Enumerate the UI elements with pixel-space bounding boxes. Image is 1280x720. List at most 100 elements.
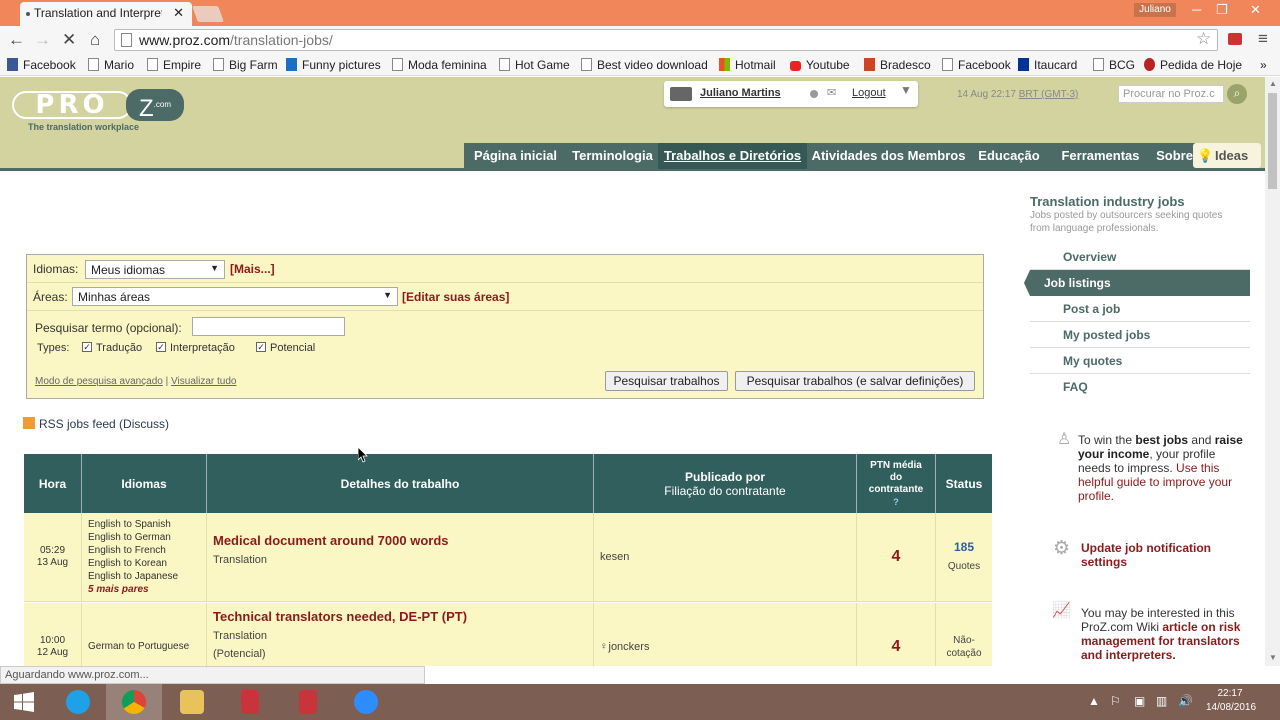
nav-terminologia[interactable]: Terminologia (567, 143, 658, 169)
new-tab-button[interactable] (192, 6, 224, 22)
taskbar-zoom[interactable] (338, 684, 394, 720)
forward-icon[interactable]: → (34, 30, 51, 50)
bookmark-item[interactable]: Moda feminina (392, 58, 487, 72)
sidebar-item-job-listings[interactable]: Job listings (1024, 270, 1250, 296)
bookmark-item[interactable]: Hotmail (719, 58, 776, 72)
mail-icon[interactable]: ✉ (827, 86, 836, 99)
tray-app-icon[interactable]: ▣ (1134, 694, 1145, 708)
timezone-link[interactable]: BRT (GMT-3) (1019, 89, 1079, 100)
taskbar-clock[interactable]: 22:17 14/08/2016 (1206, 687, 1256, 715)
col-hora[interactable]: Hora (24, 454, 82, 513)
languages-select[interactable]: Meus idiomas ▼ (85, 260, 225, 279)
col-detalhes[interactable]: Detalhes do trabalho (207, 454, 594, 513)
volume-icon[interactable]: 🔊 (1178, 694, 1193, 708)
restore-icon[interactable]: ❐ (1216, 2, 1228, 18)
type-traducao-checkbox[interactable]: ✓ Tradução (82, 342, 142, 354)
bookmark-item[interactable]: Itaucard (1018, 58, 1077, 72)
taskbar-ie[interactable] (50, 684, 106, 720)
bookmark-item[interactable]: Hot Game (499, 58, 570, 72)
more-bookmarks-icon[interactable]: » (1260, 58, 1267, 72)
taskbar-app[interactable] (222, 684, 278, 720)
menu-icon[interactable]: ≡ (1258, 29, 1268, 49)
sidebar-item-posted-jobs[interactable]: My posted jobs (1030, 322, 1250, 348)
ideas-button[interactable]: 💡 Ideas (1193, 143, 1261, 168)
type-potencial-checkbox[interactable]: ✓ Potencial (256, 342, 315, 354)
job-title-link[interactable]: Medical document around 7000 words (213, 533, 449, 548)
close-tab-icon[interactable]: ✕ (173, 5, 184, 21)
nav-sobre[interactable]: Sobre (1153, 143, 1196, 169)
status-dot-icon[interactable] (810, 90, 818, 98)
avatar[interactable] (670, 87, 692, 101)
scroll-up-icon[interactable]: ▲ (1269, 79, 1277, 88)
quote-count-link[interactable]: 185 (954, 541, 974, 554)
areas-select[interactable]: Minhas áreas ▼ (72, 287, 398, 306)
col-status[interactable]: Status (936, 454, 992, 513)
sidebar-item-faq[interactable]: FAQ (1030, 374, 1250, 400)
bookmark-item[interactable]: Mario (88, 58, 134, 72)
table-row[interactable]: 05:29 13 Aug English to Spanish English … (24, 513, 992, 602)
col-idiomas[interactable]: Idiomas (82, 454, 207, 513)
advanced-search-link[interactable]: Modo de pesquisa avançado (35, 376, 163, 387)
tray-chevron-icon[interactable]: ▲ (1088, 694, 1100, 708)
bookmark-item[interactable]: BCG (1093, 58, 1135, 72)
nav-trabalhos[interactable]: Trabalhos e Diretórios (658, 143, 807, 169)
type-interpretacao-checkbox[interactable]: ✓ Interpretação (156, 342, 235, 354)
rss-feed-link[interactable]: RSS jobs feed (Discuss) (23, 417, 169, 431)
nav-pagina-inicial[interactable]: Página inicial (464, 143, 567, 169)
search-jobs-button[interactable]: Pesquisar trabalhos (605, 371, 728, 391)
job-title-link[interactable]: Technical translators needed, DE-PT (PT) (213, 609, 467, 624)
taskbar-explorer[interactable] (164, 684, 220, 720)
bookmark-item[interactable]: Bradesco (864, 58, 931, 72)
address-bar[interactable]: www.proz.com/translation-jobs/ (114, 29, 1218, 51)
nav-atividades[interactable]: Atividades dos Membros (807, 143, 970, 169)
minimize-icon[interactable]: ─ (1192, 2, 1201, 17)
more-languages-link[interactable]: [Mais...] (230, 262, 275, 276)
edit-areas-link[interactable]: [Editar suas áreas] (402, 290, 509, 304)
bookmark-item[interactable]: Big Farm (213, 58, 278, 72)
nav-educacao[interactable]: Educação (970, 143, 1048, 169)
search-term-input[interactable] (192, 317, 345, 336)
bookmark-item[interactable]: Facebook (7, 58, 76, 72)
network-icon[interactable]: ▥ (1156, 694, 1167, 708)
chevron-down-icon[interactable]: ▼ (900, 83, 912, 97)
table-row[interactable]: 10:00 12 Aug German to Portuguese Techni… (24, 603, 992, 666)
scroll-down-icon[interactable]: ▼ (1269, 653, 1277, 662)
start-button[interactable] (0, 684, 48, 720)
back-icon[interactable]: ← (8, 30, 25, 50)
page-scrollbar[interactable]: ▲ ▼ (1265, 77, 1280, 666)
logout-link[interactable]: Logout (852, 87, 886, 99)
user-name-link[interactable]: Juliano Martins (700, 87, 781, 99)
poster-link[interactable]: kesen (600, 551, 629, 563)
view-all-link[interactable]: Visualizar tudo (171, 376, 236, 387)
bookmark-item[interactable]: Empire (147, 58, 201, 72)
poster-link[interactable]: jonckers (609, 641, 650, 653)
sidebar-item-quotes[interactable]: My quotes (1030, 348, 1250, 374)
bookmark-item[interactable]: Facebook (942, 58, 1011, 72)
col-publicado[interactable]: Publicado por Filiação do contratante (594, 454, 857, 513)
bookmark-item[interactable]: Funny pictures (286, 58, 381, 72)
tray-flag-icon[interactable]: ⚐ (1110, 694, 1121, 708)
search-save-button[interactable]: Pesquisar trabalhos (e salvar definições… (735, 371, 975, 391)
profile-chip[interactable]: Juliano (1134, 3, 1176, 17)
notification-settings-link[interactable]: Update job notification settings (1081, 541, 1211, 569)
nav-ferramentas[interactable]: Ferramentas (1048, 143, 1153, 169)
taskbar-app[interactable] (280, 684, 336, 720)
sidebar-item-post-job[interactable]: Post a job (1030, 296, 1250, 322)
col-ptn[interactable]: PTN média do contratante ? (857, 454, 936, 513)
sidebar-item-overview[interactable]: Overview (1030, 244, 1250, 270)
bookmark-item[interactable]: Pedida de Hoje (1144, 58, 1242, 72)
help-icon[interactable]: ? (893, 496, 899, 508)
site-search-input[interactable]: Procurar no Proz.c (1118, 85, 1224, 103)
scrollbar-thumb[interactable] (1268, 93, 1277, 189)
extension-icon[interactable] (1228, 33, 1242, 45)
browser-tab[interactable]: Translation and Interpreti ✕ (20, 2, 192, 26)
home-icon[interactable]: ⌂ (90, 30, 100, 50)
taskbar-chrome[interactable] (106, 684, 162, 720)
bookmark-item[interactable]: Youtube (790, 58, 850, 72)
bookmark-item[interactable]: Best video download (581, 58, 708, 72)
stop-icon[interactable]: ✕ (62, 30, 76, 50)
close-window-icon[interactable]: ✕ (1250, 2, 1261, 18)
more-pairs-link[interactable]: 5 mais pares (88, 583, 206, 596)
search-icon[interactable]: ⌕ (1227, 84, 1247, 104)
bookmark-star-icon[interactable]: ☆ (1196, 29, 1211, 49)
